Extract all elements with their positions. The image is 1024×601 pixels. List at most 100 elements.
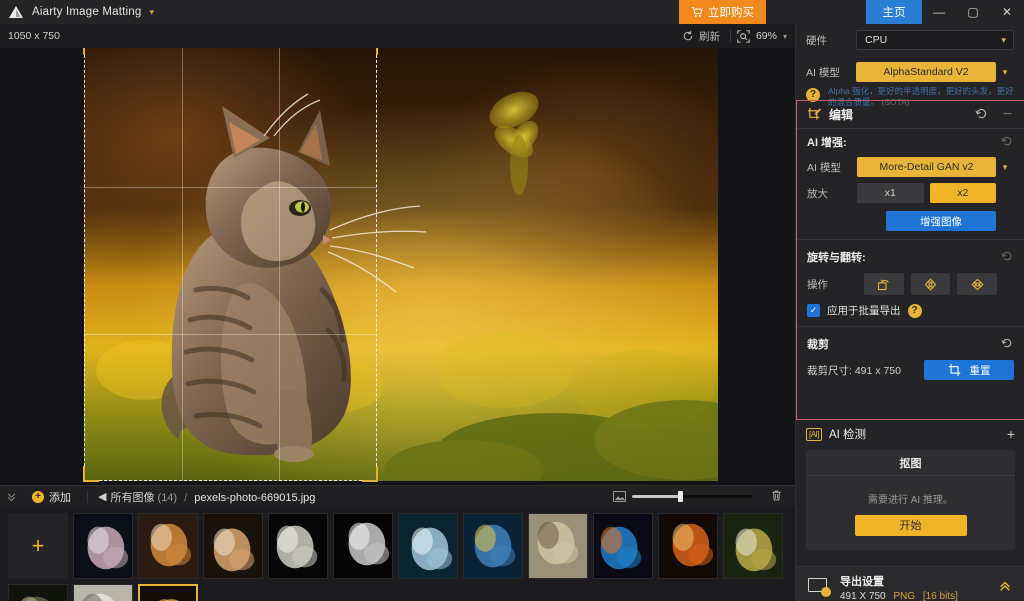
thumbnail-image bbox=[139, 514, 197, 578]
export-settings-row[interactable]: 导出设置 491 X 750 PNG [16 bits] bbox=[796, 567, 1024, 601]
title-dropdown-caret-icon[interactable]: ▾ bbox=[149, 7, 154, 18]
edit-panel-divider-1 bbox=[797, 239, 1024, 240]
crop-gridline-v2 bbox=[279, 48, 280, 481]
rotate-flip-undo-button[interactable] bbox=[1000, 250, 1014, 265]
zoom-caret-icon: ▾ bbox=[783, 32, 787, 41]
edit-panel-undo-button[interactable] bbox=[974, 107, 989, 123]
thumb-white-landscape[interactable] bbox=[73, 584, 133, 601]
buy-now-button[interactable]: 立即购买 bbox=[679, 0, 766, 24]
delete-button[interactable] bbox=[770, 489, 783, 505]
export-expand-chevron-icon[interactable] bbox=[997, 579, 1013, 596]
thumb-neon-figure[interactable] bbox=[593, 513, 653, 579]
enhance-model-select[interactable]: More-Detail GAN v2 bbox=[857, 157, 996, 177]
enhance-image-button[interactable]: 增强图像 bbox=[886, 211, 996, 231]
image-canvas[interactable] bbox=[0, 48, 795, 485]
filmstrip-collapse-button[interactable] bbox=[0, 491, 22, 502]
gear-icon bbox=[821, 587, 831, 597]
crop-undo-button[interactable] bbox=[1000, 337, 1014, 352]
maximize-button[interactable]: ▢ bbox=[956, 0, 990, 24]
thumb-desert-llama[interactable] bbox=[528, 513, 588, 579]
crop-reset-button[interactable]: 重置 bbox=[924, 360, 1014, 380]
thumb-dog-white[interactable] bbox=[268, 513, 328, 579]
hardware-value: CPU bbox=[865, 34, 887, 46]
batch-export-row: ✓ 应用于批量导出 ? bbox=[797, 298, 1024, 322]
chevron-down-icon: ▾ bbox=[1001, 35, 1006, 46]
thumb-spider-web[interactable] bbox=[723, 513, 783, 579]
back-arrow-icon[interactable]: ◀ bbox=[94, 490, 110, 503]
hardware-select[interactable]: CPU ▾ bbox=[856, 30, 1014, 50]
add-images-label: 添加 bbox=[49, 489, 71, 505]
filmstrip[interactable]: + bbox=[0, 507, 795, 601]
upscale-option-x1-label: x1 bbox=[885, 187, 896, 199]
ai-detect-add-button[interactable]: + bbox=[1007, 426, 1015, 442]
crop-gridline-v1 bbox=[182, 48, 183, 481]
upscale-label: 放大 bbox=[807, 186, 857, 201]
edit-panel-divider-2 bbox=[797, 326, 1024, 327]
thumb-ice-blue[interactable] bbox=[398, 513, 458, 579]
flip-vertical-button[interactable] bbox=[957, 273, 997, 295]
upscale-option-x2[interactable]: x2 bbox=[930, 183, 997, 203]
ai-enhance-undo-button[interactable] bbox=[1000, 135, 1014, 150]
app-window: Aiarty Image Matting ▾ 立即购买 主页 — ▢ ✕ 105… bbox=[0, 0, 1024, 601]
breadcrumb-all-images[interactable]: 所有图像 bbox=[110, 492, 154, 504]
thumb-portrait-warm[interactable] bbox=[203, 513, 263, 579]
crop-reset-label: 重置 bbox=[970, 363, 991, 378]
slider-knob[interactable] bbox=[678, 491, 683, 502]
thumb-cat-selected[interactable] bbox=[138, 584, 198, 601]
upscale-option-x1[interactable]: x1 bbox=[857, 183, 924, 203]
batch-export-checkbox[interactable]: ✓ bbox=[807, 304, 820, 317]
crop-handle-top-left[interactable] bbox=[83, 48, 99, 55]
ai-model-chevron-down-icon[interactable]: ▾ bbox=[996, 67, 1014, 78]
maximize-icon: ▢ bbox=[967, 5, 978, 19]
slider-fill bbox=[632, 495, 682, 498]
add-images-button[interactable]: + 添加 bbox=[22, 489, 81, 505]
thumbnail-image bbox=[9, 585, 67, 601]
thumbnail-image bbox=[269, 514, 327, 578]
home-button[interactable]: 主页 bbox=[866, 0, 922, 24]
ai-model-select[interactable]: AlphaStandard V2 bbox=[856, 62, 996, 82]
flip-horizontal-button[interactable] bbox=[911, 273, 951, 295]
crop-overlay[interactable] bbox=[84, 48, 377, 481]
minimize-button[interactable]: — bbox=[922, 0, 956, 24]
thumb-jellyfish-pink[interactable] bbox=[73, 513, 133, 579]
crop-size-label: 裁剪尺寸: 491 x 750 bbox=[807, 363, 916, 378]
thumb-fire-bokeh[interactable] bbox=[658, 513, 718, 579]
thumbnail-image bbox=[464, 514, 522, 578]
refresh-label: 刷新 bbox=[699, 29, 720, 44]
undo-icon bbox=[974, 107, 989, 120]
ai-detect-start-button[interactable]: 开始 bbox=[855, 515, 967, 536]
enhance-model-chevron-down-icon[interactable]: ▾ bbox=[996, 162, 1014, 173]
ai-detect-card-title: 抠图 bbox=[806, 450, 1015, 476]
batch-export-help-icon[interactable]: ? bbox=[908, 304, 922, 318]
right-sidebar: 硬件 CPU ▾ AI 模型 AlphaStandard V2 ▾ ? Alph… bbox=[795, 24, 1024, 601]
image-dimensions-label: 1050 x 750 bbox=[8, 30, 60, 42]
crop-handle-bottom-left[interactable] bbox=[83, 466, 99, 482]
export-settings-title: 导出设置 bbox=[840, 573, 958, 589]
zoom-control[interactable]: 69% ▾ bbox=[731, 24, 795, 48]
add-cell[interactable]: + bbox=[8, 513, 68, 579]
app-logo-icon bbox=[8, 4, 24, 20]
enhance-model-caret-glyph: ▾ bbox=[1003, 162, 1008, 173]
plus-circle-icon: + bbox=[32, 491, 44, 503]
image-size-icon bbox=[613, 491, 626, 502]
close-button[interactable]: ✕ bbox=[990, 0, 1024, 24]
thumb-dark-ring[interactable] bbox=[8, 584, 68, 601]
edit-panel-collapse-button[interactable] bbox=[1001, 107, 1014, 123]
thumb-fox-fur[interactable] bbox=[138, 513, 198, 579]
crop-handle-top-right[interactable] bbox=[362, 48, 378, 55]
crop-handle-bottom-right[interactable] bbox=[362, 466, 378, 482]
export-settings-icon bbox=[808, 578, 830, 596]
undo-icon bbox=[1000, 135, 1014, 147]
ai-detect-message: 需要进行 AI 推理。 bbox=[868, 491, 953, 506]
add-thumbnail-plus-icon: + bbox=[32, 533, 45, 559]
export-texts: 导出设置 491 X 750 PNG [16 bits] bbox=[840, 573, 958, 601]
thumbnail-size-slider[interactable] bbox=[632, 495, 752, 498]
thumbnail-image bbox=[74, 585, 132, 601]
edit-panel-header: 编辑 bbox=[797, 101, 1024, 129]
thumb-white-fabric[interactable] bbox=[333, 513, 393, 579]
thumbnail-image bbox=[399, 514, 457, 578]
edit-panel: 编辑 AI 增强: bbox=[796, 100, 1024, 420]
thumb-jellyfish-blue[interactable] bbox=[463, 513, 523, 579]
refresh-button[interactable]: 刷新 bbox=[672, 24, 730, 48]
rotate-button[interactable] bbox=[864, 273, 904, 295]
